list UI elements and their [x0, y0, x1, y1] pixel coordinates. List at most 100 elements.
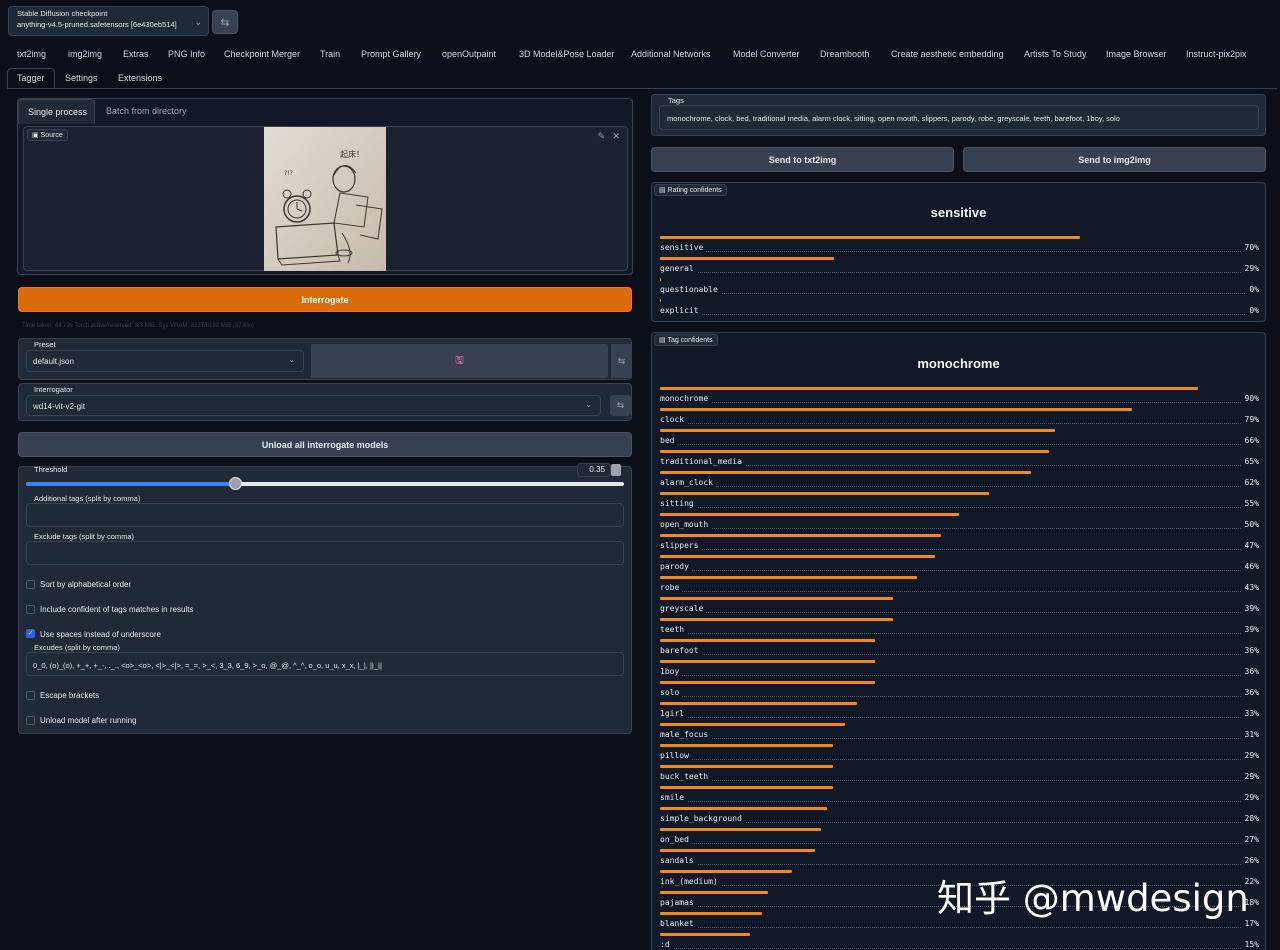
subtab-settings[interactable]: Settings	[65, 73, 98, 83]
tab-batch-from-directory[interactable]: Batch from directory	[106, 106, 187, 116]
tab-checkpoint-merger[interactable]: Checkpoint Merger	[224, 49, 300, 59]
tags-output-textarea[interactable]: monochrome, clock, bed, traditional medi…	[659, 105, 1259, 130]
dotted-leader	[660, 759, 1259, 760]
confidence-name: on_bed	[660, 835, 692, 844]
tag-row: 1boy 36%	[660, 660, 1259, 680]
interrogate-button[interactable]: Interrogate	[18, 287, 632, 312]
dotted-leader	[660, 465, 1259, 466]
refresh-checkpoint-button[interactable]: ⇆	[212, 10, 238, 34]
confidence-bar	[660, 299, 661, 302]
tags-label: Tags	[668, 96, 684, 105]
confidence-bar	[660, 870, 792, 873]
confidence-name: pajamas	[660, 898, 697, 907]
confidence-bar	[660, 660, 876, 663]
include-confident-checkbox[interactable]	[26, 605, 35, 614]
confidence-name: greyscale	[660, 604, 707, 613]
refresh-interrogator-button[interactable]: ⇆	[610, 395, 631, 416]
subtab-tagger[interactable]: Tagger	[17, 73, 45, 83]
tab-openoutpaint[interactable]: openOutpaint	[442, 49, 496, 59]
tag-row: parody 46%	[660, 555, 1259, 575]
subtab-extensions[interactable]: Extensions	[118, 73, 162, 83]
rating-row: sensitive 70%	[660, 236, 1259, 256]
confidence-name: sensitive	[660, 243, 707, 252]
tag-row: alarm_clock 62%	[660, 471, 1259, 491]
close-icon[interactable]: ✕	[612, 131, 620, 142]
tag-row: 1girl 33%	[660, 702, 1259, 722]
dotted-leader	[660, 486, 1259, 487]
additional-tags-input[interactable]	[26, 503, 624, 527]
tag-confidents-panel: ▤ Tag confidents monochrome monochrome 90…	[651, 332, 1266, 950]
dotted-leader	[660, 843, 1259, 844]
reset-threshold-button[interactable]	[611, 464, 621, 476]
checkpoint-dropdown[interactable]: Stable Diffusion checkpoint anything-v4.…	[8, 6, 209, 36]
confidence-percent: 0%	[1246, 285, 1259, 294]
confidence-percent: 65%	[1241, 457, 1259, 466]
edit-icon[interactable]: ✎	[597, 131, 605, 142]
tab-txt2img[interactable]: txt2img	[17, 49, 46, 59]
escape-brackets-checkbox[interactable]	[26, 691, 35, 700]
tab-artists-to-study[interactable]: Artists To Study	[1024, 49, 1086, 59]
dotted-leader	[660, 251, 1259, 252]
confidence-name: parody	[660, 562, 692, 571]
excudes-input[interactable]: 0_0, (o)_(o), +_+, +_-, ._., <o>_<o>, <|…	[26, 652, 624, 676]
chevron-down-icon: ⌄	[288, 355, 295, 364]
tab-divider	[7, 88, 1277, 89]
confidence-name: buck_teeth	[660, 772, 712, 781]
tag-row: traditional_media 65%	[660, 450, 1259, 470]
send-to-txt2img-button[interactable]: Send to txt2img	[651, 147, 954, 172]
preset-dropdown[interactable]: default.json ⌄	[26, 350, 304, 372]
use-spaces-checkbox[interactable]: ✓	[26, 629, 35, 638]
check-icon: ✓	[27, 630, 34, 637]
tab-prompt-gallery[interactable]: Prompt Gallery	[361, 49, 421, 59]
chart-icon: ▤	[659, 187, 666, 194]
save-preset-button[interactable]: 🖫	[311, 344, 608, 378]
tab-png-info[interactable]: PNG Info	[168, 49, 205, 59]
excudes-label: Excudes (split by comma)	[34, 643, 120, 652]
tag-row: barefoot 36%	[660, 639, 1259, 659]
exclude-tags-input[interactable]	[26, 541, 624, 565]
rating-row: questionable 0%	[660, 278, 1259, 298]
refresh-preset-button[interactable]: ⇆	[611, 344, 632, 378]
confidence-name: 1boy	[660, 667, 683, 676]
confidence-percent: 28%	[1241, 814, 1259, 823]
tab-img2img[interactable]: img2img	[68, 49, 102, 59]
confidence-percent: 33%	[1241, 709, 1259, 718]
tab-additional-networks[interactable]: Additional Networks	[631, 49, 711, 59]
sort-alphabetical-checkbox[interactable]	[26, 580, 35, 589]
threshold-slider[interactable]	[26, 477, 624, 490]
send-to-img2img-button[interactable]: Send to img2img	[963, 147, 1266, 172]
confidence-bar	[660, 744, 834, 747]
confidence-percent: 36%	[1241, 646, 1259, 655]
svg-text:?!?: ?!?	[284, 170, 293, 177]
sub-tabs: Tagger Settings Extensions	[0, 73, 300, 85]
confidence-percent: 79%	[1241, 415, 1259, 424]
tab-dreambooth[interactable]: Dreambooth	[820, 49, 870, 59]
tab-create-aesthetic-embedding[interactable]: Create aesthetic embedding	[891, 49, 1004, 59]
source-image-area[interactable]: ▣ Source ✎ ✕ 起床！ ?!?	[23, 126, 628, 271]
include-confident-label: Include confident of tags matches in res…	[40, 605, 194, 614]
tag-row: pillow 29%	[660, 744, 1259, 764]
unload-all-models-button[interactable]: Unload all interrogate models	[18, 432, 632, 457]
tab-extras[interactable]: Extras	[123, 49, 149, 59]
threshold-slider-fill	[26, 482, 236, 486]
confidence-name: sitting	[660, 499, 697, 508]
threshold-number-input[interactable]: 0.35	[577, 463, 611, 477]
tab-image-browser[interactable]: Image Browser	[1106, 49, 1167, 59]
tab-single-process[interactable]: Single process	[18, 99, 95, 124]
dotted-leader	[660, 780, 1259, 781]
tag-row: on_bed 27%	[660, 828, 1259, 848]
confidence-bar	[660, 723, 846, 726]
tab-3d-model-pose-loader[interactable]: 3D Model&Pose Loader	[519, 49, 615, 59]
tab-train[interactable]: Train	[320, 49, 340, 59]
refresh-icon: ⇆	[616, 400, 625, 410]
tab-instruct-pix2pix[interactable]: Instruct-pix2pix	[1186, 49, 1247, 59]
confidence-bar	[660, 765, 834, 768]
tab-model-converter[interactable]: Model Converter	[733, 49, 800, 59]
source-label: ▣ Source	[27, 129, 68, 141]
confidence-percent: 62%	[1241, 478, 1259, 487]
rating-confidents-label-text: Rating confidents	[667, 187, 722, 194]
confidence-name: blanket	[660, 919, 697, 928]
unload-after-running-checkbox[interactable]	[26, 716, 35, 725]
interrogator-dropdown[interactable]: wd14-vit-v2-git ⌄	[26, 395, 601, 416]
confidence-name: alarm_clock	[660, 478, 716, 487]
